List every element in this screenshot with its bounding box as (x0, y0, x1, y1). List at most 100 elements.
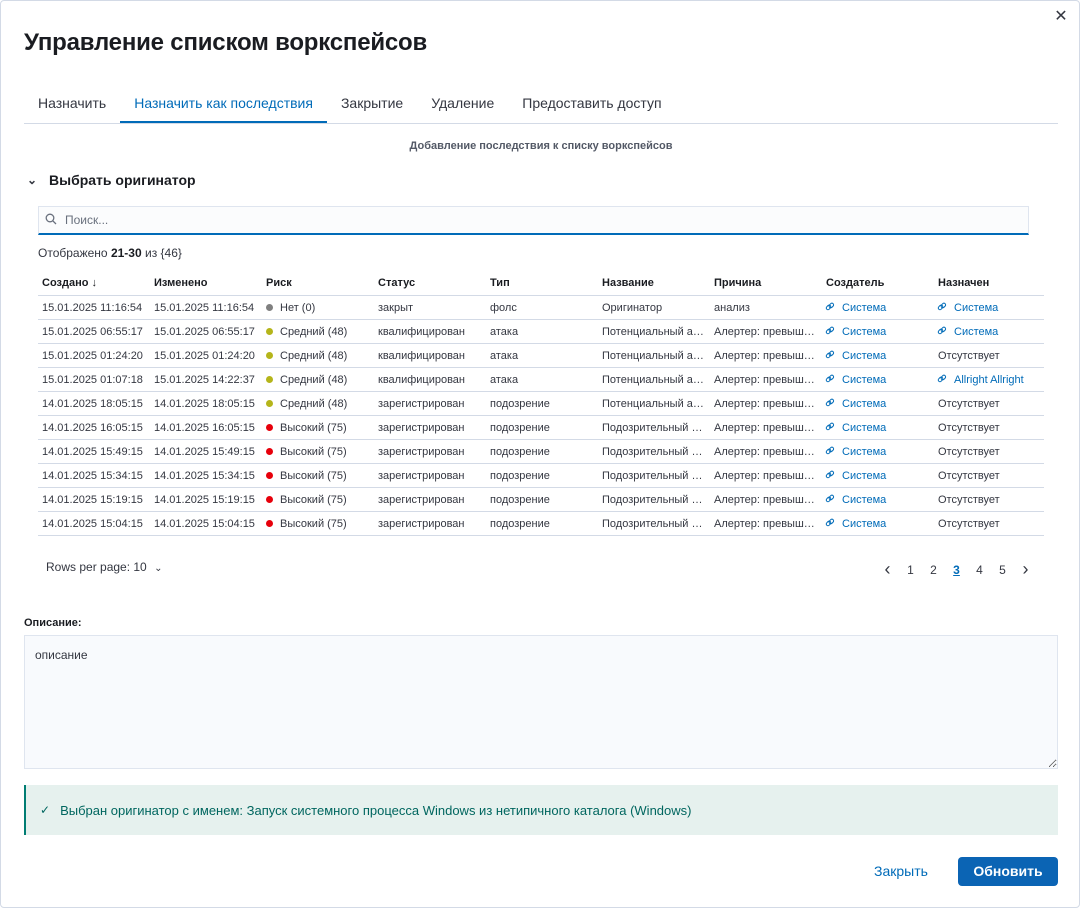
risk-label: Высокий (75) (280, 517, 347, 530)
column-header-modified[interactable]: Изменено (150, 271, 262, 296)
table-row[interactable]: 15.01.2025 06:55:17 15.01.2025 06:55:17 Ср… (38, 319, 1044, 344)
table-row[interactable]: 14.01.2025 15:49:15 14.01.2025 15:49:15 Вы… (38, 439, 1044, 464)
tab-delete[interactable]: Удаление (417, 85, 508, 122)
creator-link[interactable]: Система (823, 371, 887, 387)
tabs: Назначить Назначить как последствия Закр… (24, 85, 1058, 124)
risk-label: Высокий (75) (280, 421, 347, 434)
close-button[interactable]: Закрыть (859, 857, 943, 886)
page-1[interactable]: 1 (899, 563, 922, 577)
cell-assignee: Отсутствует (934, 391, 1044, 416)
table-row[interactable]: 14.01.2025 15:19:15 14.01.2025 15:19:15 Вы… (38, 487, 1044, 512)
assignee-link[interactable]: Allright Allright (937, 374, 1024, 386)
column-header-assignee[interactable]: Назначен (934, 271, 1044, 296)
search-input[interactable] (63, 212, 1007, 228)
column-header-risk[interactable]: Риск (262, 271, 374, 296)
description-textarea[interactable]: описание (24, 635, 1058, 769)
cell-risk: Средний (48) (262, 343, 374, 368)
cell-assignee: Отсутствует (934, 463, 1044, 488)
column-header-type[interactable]: Тип (486, 271, 598, 296)
creator-link-label: Система (842, 470, 887, 482)
close-icon[interactable]: ✕ (1051, 7, 1071, 27)
creator-link-label: Система (842, 302, 887, 314)
table-row[interactable]: 14.01.2025 18:05:15 14.01.2025 18:05:15 Ср… (38, 391, 1044, 416)
page-5[interactable]: 5 (991, 563, 1014, 577)
rows-per-page-select[interactable]: Rows per page: 10 ⌄ (46, 560, 162, 574)
creator-link[interactable]: Система (825, 494, 886, 506)
cell-name: Потенциальный ап... (598, 319, 710, 344)
creator-link[interactable]: Система (825, 398, 887, 410)
creator-link-label: Система (842, 398, 887, 410)
table-row[interactable]: 15.01.2025 11:16:54 15.01.2025 11:16:54 Не… (38, 295, 1044, 320)
page-2[interactable]: 2 (922, 563, 945, 577)
page-4[interactable]: 4 (968, 563, 991, 577)
column-header-name[interactable]: Название (598, 271, 710, 296)
creator-link[interactable]: Система (823, 515, 886, 531)
link-icon (935, 323, 951, 339)
assignee-link[interactable]: Система (935, 323, 999, 339)
cell-status: зарегистрирован (374, 511, 486, 536)
link-icon (823, 515, 839, 531)
risk-label: Средний (48) (280, 397, 348, 410)
link-icon (823, 443, 839, 459)
assignee-link-label: Система (954, 326, 999, 338)
creator-link[interactable]: Система (823, 323, 886, 339)
column-header-creator[interactable]: Создатель (822, 271, 934, 296)
link-icon (823, 323, 839, 339)
originator-accordion[interactable]: ⌄ Выбрать оригинатор (27, 172, 196, 188)
cell-risk: Высокий (75) (262, 487, 374, 512)
cell-status: закрыт (374, 295, 486, 320)
cell-name: Подозрительный д... (598, 439, 710, 464)
link-icon (823, 347, 839, 363)
cell-reason: Алертер: превыше... (710, 343, 822, 368)
tab-assign[interactable]: Назначить (24, 85, 120, 122)
creator-link-label: Система (842, 422, 887, 434)
tab-close[interactable]: Закрытие (327, 85, 417, 122)
column-header-reason[interactable]: Причина (710, 271, 822, 296)
callout-text: Выбран оригинатор с именем: Запуск систе… (60, 802, 692, 818)
column-header-created[interactable]: Создано ↓ (38, 271, 150, 296)
creator-link[interactable]: Система (825, 302, 887, 314)
cell-status: квалифицирован (374, 343, 486, 368)
cell-status: квалифицирован (374, 367, 486, 392)
assignee-link[interactable]: Система (937, 302, 999, 314)
cell-assignee: Система (934, 319, 1044, 344)
table-row[interactable]: 14.01.2025 15:34:15 14.01.2025 15:34:15 Вы… (38, 463, 1044, 488)
risk-label: Нет (0) (280, 301, 316, 314)
cell-type: подозрение (486, 511, 598, 536)
cell-created: 15.01.2025 11:16:54 (38, 295, 150, 320)
cell-type: атака (486, 367, 598, 392)
table-row[interactable]: 14.01.2025 15:04:15 14.01.2025 15:04:15 Вы… (38, 511, 1044, 536)
cell-status: зарегистрирован (374, 463, 486, 488)
next-page-button[interactable]: › (1014, 559, 1037, 580)
assignee-link-label: Система (954, 302, 999, 314)
showing-count: Отображено 21-30 из {46} (38, 246, 182, 260)
table-row[interactable]: 14.01.2025 16:05:15 14.01.2025 16:05:15 Вы… (38, 415, 1044, 440)
cell-assignee: Allright Allright (934, 367, 1044, 392)
table-row[interactable]: 15.01.2025 01:24:20 15.01.2025 01:24:20 Ср… (38, 343, 1044, 368)
table-row[interactable]: 15.01.2025 01:07:18 15.01.2025 14:22:37 Ср… (38, 367, 1044, 392)
cell-assignee: Система (934, 295, 1044, 320)
page-3-current[interactable]: 3 (945, 563, 968, 577)
cell-assignee: Отсутствует (934, 439, 1044, 464)
originators-table: Создано ↓ Изменено Риск Статус Тип Назва… (38, 271, 1044, 536)
creator-link[interactable]: Система (823, 347, 886, 363)
link-icon (823, 371, 839, 387)
cell-creator: Система (822, 439, 934, 464)
tab-share[interactable]: Предоставить доступ (508, 85, 675, 122)
creator-link-label: Система (842, 446, 887, 458)
cell-name: Подозрительный д... (598, 511, 710, 536)
risk-label: Высокий (75) (280, 445, 347, 458)
update-button[interactable]: Обновить (958, 857, 1058, 886)
risk-dot-icon (266, 423, 273, 431)
creator-link-label: Система (842, 374, 887, 386)
prev-page-button[interactable]: ‹ (876, 559, 899, 580)
cell-status: зарегистрирован (374, 391, 486, 416)
creator-link[interactable]: Система (825, 470, 887, 482)
cell-assignee: Отсутствует (934, 487, 1044, 512)
column-header-status[interactable]: Статус (374, 271, 486, 296)
creator-link[interactable]: Система (823, 443, 887, 459)
creator-link[interactable]: Система (823, 419, 887, 435)
risk-label: Высокий (75) (280, 493, 347, 506)
tab-assign-as-consequence[interactable]: Назначить как последствия (120, 85, 327, 123)
link-icon (823, 419, 839, 435)
